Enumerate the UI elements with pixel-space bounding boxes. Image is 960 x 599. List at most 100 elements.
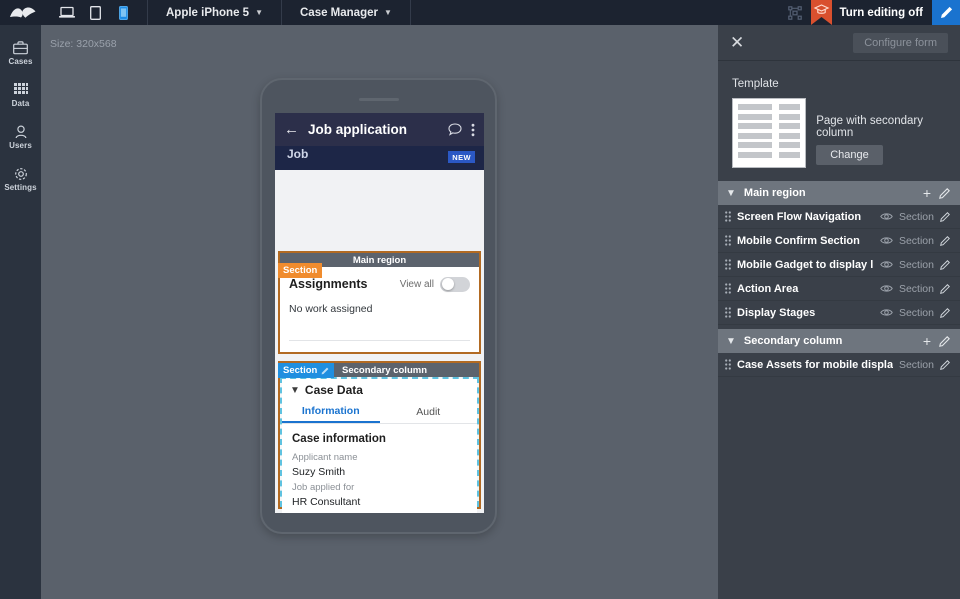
- phone-icon: [118, 5, 128, 20]
- pencil-icon[interactable]: [940, 211, 950, 222]
- preview-canvas: Size: 320x568 ← Job application Job NEW …: [41, 25, 718, 599]
- tablet-device-icon[interactable]: [81, 0, 109, 25]
- template-thumbnail[interactable]: [732, 98, 807, 168]
- pencil-glyph: [940, 359, 950, 370]
- drag-handle-icon[interactable]: [725, 359, 731, 370]
- case-information-heading: Case information: [292, 433, 386, 445]
- case-data-tabs: Information Audit: [282, 401, 477, 424]
- section-row-action-area[interactable]: Action Area Section: [718, 277, 960, 301]
- section-name: Display Stages: [737, 306, 816, 319]
- visibility-eye-icon[interactable]: [880, 236, 893, 245]
- section-row-case-assets[interactable]: Case Assets for mobile display Section: [718, 353, 960, 377]
- section-type-label: Section: [898, 258, 934, 271]
- back-arrow-icon[interactable]: ←: [284, 122, 299, 137]
- top-bar: Apple iPhone 5 ▼ Case Manager ▼ Turn edi…: [0, 0, 960, 25]
- eye-icon: [880, 261, 893, 268]
- drag-handle-icon[interactable]: [725, 307, 731, 318]
- app-portal-menu[interactable]: Case Manager ▼: [282, 0, 410, 25]
- toggle-editing-button[interactable]: Turn editing off: [834, 7, 932, 19]
- gear-icon: [14, 167, 27, 180]
- edit-pencil-button[interactable]: [932, 0, 960, 25]
- template-row: Page with secondary column Change: [732, 98, 946, 168]
- visibility-eye-icon[interactable]: [880, 212, 893, 221]
- tab-information[interactable]: Information: [282, 401, 380, 423]
- field-value: HR Consultant: [292, 495, 361, 508]
- graduation-cap-ribbon-icon[interactable]: [810, 0, 834, 25]
- pencil-icon[interactable]: [940, 359, 950, 370]
- assignments-empty-text: No work assigned: [289, 303, 373, 315]
- sidebar-item-cases[interactable]: Cases: [0, 32, 41, 74]
- main-region-section-tag[interactable]: Section: [278, 263, 323, 278]
- laptop-device-icon[interactable]: [53, 0, 81, 25]
- device-selector: [53, 0, 137, 25]
- section-name: Screen Flow Navigation: [737, 210, 862, 223]
- plus-icon[interactable]: +: [923, 186, 931, 200]
- section-type-label: Section: [898, 306, 934, 319]
- device-model-label: Apple iPhone 5: [166, 6, 250, 19]
- drag-handle-icon[interactable]: [725, 283, 731, 294]
- sidebar-item-data[interactable]: Data: [0, 74, 41, 116]
- change-template-button[interactable]: Change: [816, 145, 883, 165]
- template-thumb-left-column: [736, 102, 774, 164]
- section-row-mobile-gadget[interactable]: Mobile Gadget to display list of su... S…: [718, 253, 960, 277]
- pencil-glyph: [940, 283, 950, 294]
- visibility-eye-icon[interactable]: [880, 308, 893, 317]
- pencil-icon[interactable]: [939, 187, 950, 199]
- phone-device-icon[interactable]: [109, 0, 137, 25]
- sidebar-item-settings[interactable]: Settings: [0, 158, 41, 200]
- pencil-icon[interactable]: [940, 235, 950, 246]
- chevron-down-icon[interactable]: ▼: [726, 188, 736, 199]
- preview-app-title: Job application: [308, 122, 408, 137]
- template-bar: [778, 151, 801, 158]
- section-row-mobile-confirm-section[interactable]: Mobile Confirm Section Section: [718, 229, 960, 253]
- pencil-glyph: [939, 187, 950, 199]
- kebab-menu-icon[interactable]: [471, 123, 475, 137]
- grip-dots-icon: [725, 259, 731, 270]
- case-data-header[interactable]: ▼ Case Data: [282, 379, 477, 401]
- template-meta: Page with secondary column Change: [816, 115, 946, 168]
- secondary-column-section-tag[interactable]: Section: [278, 363, 335, 378]
- pencil-glyph: [940, 211, 950, 222]
- region-header-secondary[interactable]: ▼ Secondary column +: [718, 329, 960, 353]
- close-icon[interactable]: ✕: [730, 34, 748, 51]
- app-logo[interactable]: [0, 0, 45, 25]
- share-nodes-icon[interactable]: [780, 0, 810, 25]
- field-label: Job applied for: [292, 481, 355, 493]
- template-thumb-right-column: [777, 102, 803, 164]
- pencil-icon[interactable]: [940, 283, 950, 294]
- chat-bubble-icon[interactable]: [448, 123, 462, 136]
- secondary-region-dashed-area: ▼ Case Data Information Audit Case infor…: [280, 377, 479, 513]
- region-header-main[interactable]: ▼ Main region +: [718, 181, 960, 205]
- section-name: Case Assets for mobile display: [737, 358, 893, 371]
- user-icon: [15, 124, 26, 138]
- pencil-icon[interactable]: [940, 259, 950, 270]
- plus-icon[interactable]: +: [923, 334, 931, 348]
- sidebar-item-users[interactable]: Users: [0, 116, 41, 158]
- panel-header: ✕ Configure form: [718, 25, 960, 61]
- visibility-eye-icon[interactable]: [880, 260, 893, 269]
- device-model-menu[interactable]: Apple iPhone 5 ▼: [148, 0, 281, 25]
- template-bar: [738, 104, 772, 110]
- pencil-icon[interactable]: [940, 307, 950, 318]
- form-config-panel: ✕ Configure form Template Page with seco…: [718, 25, 960, 599]
- sidebar-item-label: Settings: [4, 182, 37, 192]
- region-name: Main region: [743, 187, 806, 199]
- chevron-down-icon[interactable]: ▼: [726, 336, 736, 347]
- secondary-region-outline[interactable]: Secondary column ▼ Case Data Information…: [278, 361, 481, 513]
- configure-form-button[interactable]: Configure form: [853, 32, 948, 53]
- section-row-screen-flow-navigation[interactable]: Screen Flow Navigation Section: [718, 205, 960, 229]
- section-row-display-stages[interactable]: Display Stages Section: [718, 301, 960, 325]
- pencil-icon[interactable]: [939, 335, 950, 347]
- drag-handle-icon[interactable]: [725, 211, 731, 222]
- divider: [409, 0, 411, 25]
- tab-audit[interactable]: Audit: [380, 401, 478, 423]
- eye-icon: [880, 213, 893, 220]
- drag-handle-icon[interactable]: [725, 259, 731, 270]
- pencil-icon[interactable]: [321, 367, 329, 375]
- sidebar-item-label: Cases: [8, 56, 33, 66]
- drag-handle-icon[interactable]: [725, 235, 731, 246]
- assignments-toggle[interactable]: [440, 276, 470, 292]
- visibility-eye-icon[interactable]: [880, 284, 893, 293]
- view-all-link[interactable]: View all: [400, 279, 434, 290]
- field-label: Date applied: [292, 512, 467, 513]
